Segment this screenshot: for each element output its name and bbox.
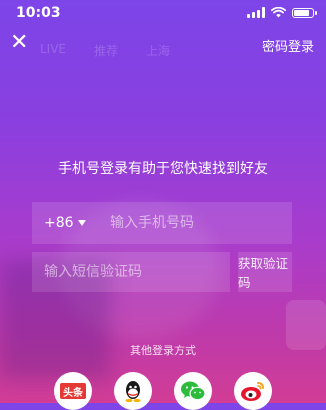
wechat-icon bbox=[181, 381, 206, 401]
background-tab: 推荐 bbox=[94, 44, 119, 58]
close-icon[interactable]: ✕ bbox=[10, 32, 28, 54]
caret-down-icon bbox=[77, 220, 86, 226]
social-login-row: 头条 bbox=[0, 372, 326, 410]
get-code-button[interactable]: 获取验证码 bbox=[238, 252, 292, 292]
background-tabs: LIVE 推荐 上海 bbox=[40, 42, 170, 59]
phone-input[interactable] bbox=[100, 202, 292, 244]
page-title: 手机号登录有助于您快速找到好友 bbox=[58, 161, 268, 177]
code-field-row: 获取验证码 bbox=[32, 252, 292, 292]
password-login-link[interactable]: 密码登录 bbox=[262, 36, 314, 55]
background-tab: LIVE bbox=[40, 42, 67, 56]
battery-icon bbox=[292, 7, 317, 18]
toutiao-login-button[interactable]: 头条 bbox=[54, 372, 92, 410]
other-login-title: 其他登录方式 bbox=[130, 344, 196, 357]
status-time: 10:03 bbox=[16, 5, 61, 21]
toutiao-icon: 头条 bbox=[60, 383, 86, 399]
qq-login-button[interactable] bbox=[114, 372, 152, 410]
wifi-icon bbox=[271, 7, 286, 18]
weibo-login-button[interactable] bbox=[234, 372, 272, 410]
status-bar: 10:03 bbox=[0, 0, 326, 26]
sms-code-input[interactable] bbox=[32, 252, 230, 292]
weibo-icon bbox=[241, 382, 264, 401]
background-tab: 上海 bbox=[146, 44, 171, 58]
phone-field-row: +86 bbox=[32, 202, 292, 244]
wechat-login-button[interactable] bbox=[174, 372, 212, 410]
country-code: +86 bbox=[44, 215, 74, 231]
signal-icon bbox=[247, 7, 265, 18]
qq-icon bbox=[125, 381, 141, 403]
country-code-selector[interactable]: +86 bbox=[32, 215, 100, 231]
top-bar: ✕ LIVE 推荐 上海 密码登录 bbox=[0, 30, 326, 59]
status-icons bbox=[247, 7, 317, 18]
